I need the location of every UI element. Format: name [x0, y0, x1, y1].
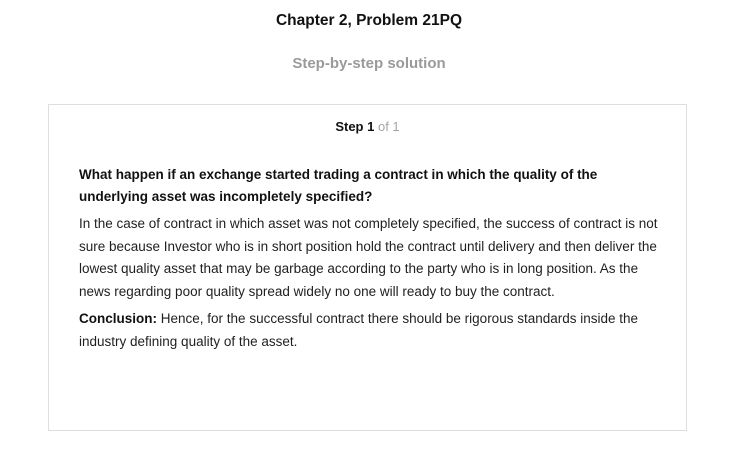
conclusion-paragraph: Conclusion: Hence, for the successful co…: [79, 308, 664, 353]
solution-subtitle: Step-by-step solution: [292, 55, 446, 72]
solution-card: Step 1 of 1 What happen if an exchange s…: [48, 104, 687, 431]
question-text: What happen if an exchange started tradi…: [79, 167, 598, 204]
page-title: Chapter 2, Problem 21PQ: [275, 12, 463, 29]
step-count: of 1: [377, 119, 400, 134]
answer-paragraph: In the case of contract in which asset w…: [79, 216, 658, 299]
solution-content: What happen if an exchange started tradi…: [79, 164, 664, 359]
conclusion-label: Conclusion:: [79, 311, 157, 327]
step-label: Step 1: [335, 119, 375, 134]
conclusion-text: Hence, for the successful contract there…: [79, 311, 639, 349]
step-header: Step 1 of 1: [49, 119, 686, 134]
